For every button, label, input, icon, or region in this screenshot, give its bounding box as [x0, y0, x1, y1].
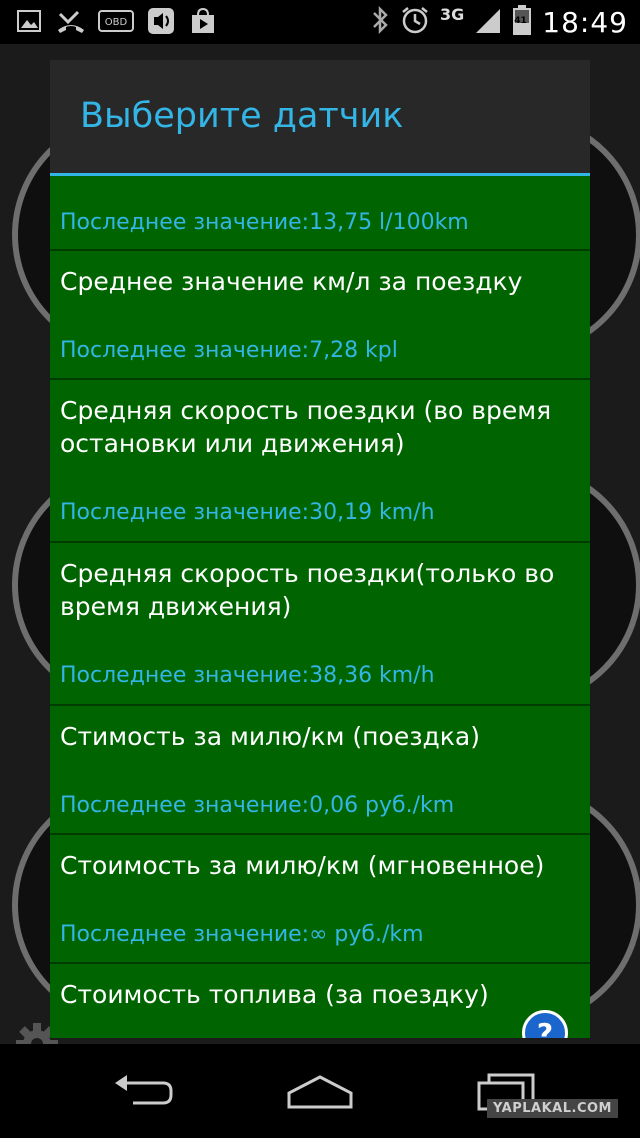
sensor-list[interactable]: Последнее значение:13,75 l/100km Среднее… — [50, 176, 590, 1038]
sensor-last-value: Последнее значение:13,75 l/100km — [60, 210, 469, 235]
notification-icons: OBD — [14, 6, 218, 36]
image-icon — [14, 6, 44, 36]
sensor-item[interactable]: Стимость за милю/км (поездка) Последнее … — [50, 706, 590, 835]
home-icon — [287, 1075, 353, 1109]
back-button[interactable] — [98, 1066, 188, 1116]
alarm-icon — [400, 5, 430, 39]
missed-call-icon — [56, 6, 86, 36]
sensor-name: Средняя скорость поездки (во время остан… — [60, 396, 552, 458]
system-icons: 3G 41 18:49 — [370, 0, 628, 44]
sensor-last-value: Последнее значение:0,06 руб./km — [60, 793, 455, 818]
battery-icon: 41 — [512, 4, 532, 40]
sensor-item[interactable]: Средняя скорость поездки(только во время… — [50, 543, 590, 706]
sensor-item[interactable]: Среднее значение км/л за поездку Последн… — [50, 251, 590, 380]
obd-label: OBD — [105, 17, 128, 28]
shop-icon — [188, 6, 218, 36]
dialog-header: Выберите датчик — [50, 60, 590, 173]
sensor-name: Средняя скорость поездки(только во время… — [60, 559, 555, 621]
sensor-last-value: Последнее значение:∞ руб./km — [60, 922, 424, 947]
sensor-item[interactable]: Средняя скорость поездки (во время остан… — [50, 380, 590, 543]
sensor-name: Стимость за милю/км (поездка) — [60, 722, 480, 751]
signal-icon — [474, 5, 502, 39]
media-icon — [146, 6, 176, 36]
sensor-last-value: Последнее значение:38,36 km/h — [60, 663, 435, 688]
clock: 18:49 — [542, 5, 628, 39]
watermark: YAPLAKAL.COM — [487, 1099, 618, 1118]
sensor-last-value: Последнее значение:30,19 km/h — [60, 500, 435, 525]
sensor-last-value: Последнее значение:7,28 kpl — [60, 338, 398, 363]
back-icon — [115, 1075, 173, 1105]
sensor-name: Стоимость топлива (за поездку) — [60, 980, 489, 1009]
sensor-picker-dialog: Выберите датчик Последнее значение:13,75… — [50, 60, 590, 1038]
sensor-item[interactable]: Стоимость топлива (за поездку) ? — [50, 964, 590, 1038]
sensor-item[interactable]: Последнее значение:13,75 l/100km — [50, 176, 590, 251]
status-bar: OBD 3G 41 18:49 — [0, 0, 640, 44]
battery-level: 41 — [514, 16, 527, 26]
network-type: 3G — [440, 4, 465, 24]
navigation-bar: YAPLAKAL.COM — [0, 1044, 640, 1138]
sensor-item[interactable]: Стоимость за милю/км (мгновенное) Послед… — [50, 835, 590, 964]
home-button[interactable] — [275, 1066, 365, 1116]
sensor-name: Стоимость за милю/км (мгновенное) — [60, 851, 545, 880]
bluetooth-icon — [370, 5, 390, 39]
sensor-name: Среднее значение км/л за поездку — [60, 267, 523, 296]
obd-icon: OBD — [98, 6, 134, 36]
help-icon[interactable]: ? — [522, 1010, 568, 1038]
dialog-title: Выберите датчик — [80, 96, 404, 136]
